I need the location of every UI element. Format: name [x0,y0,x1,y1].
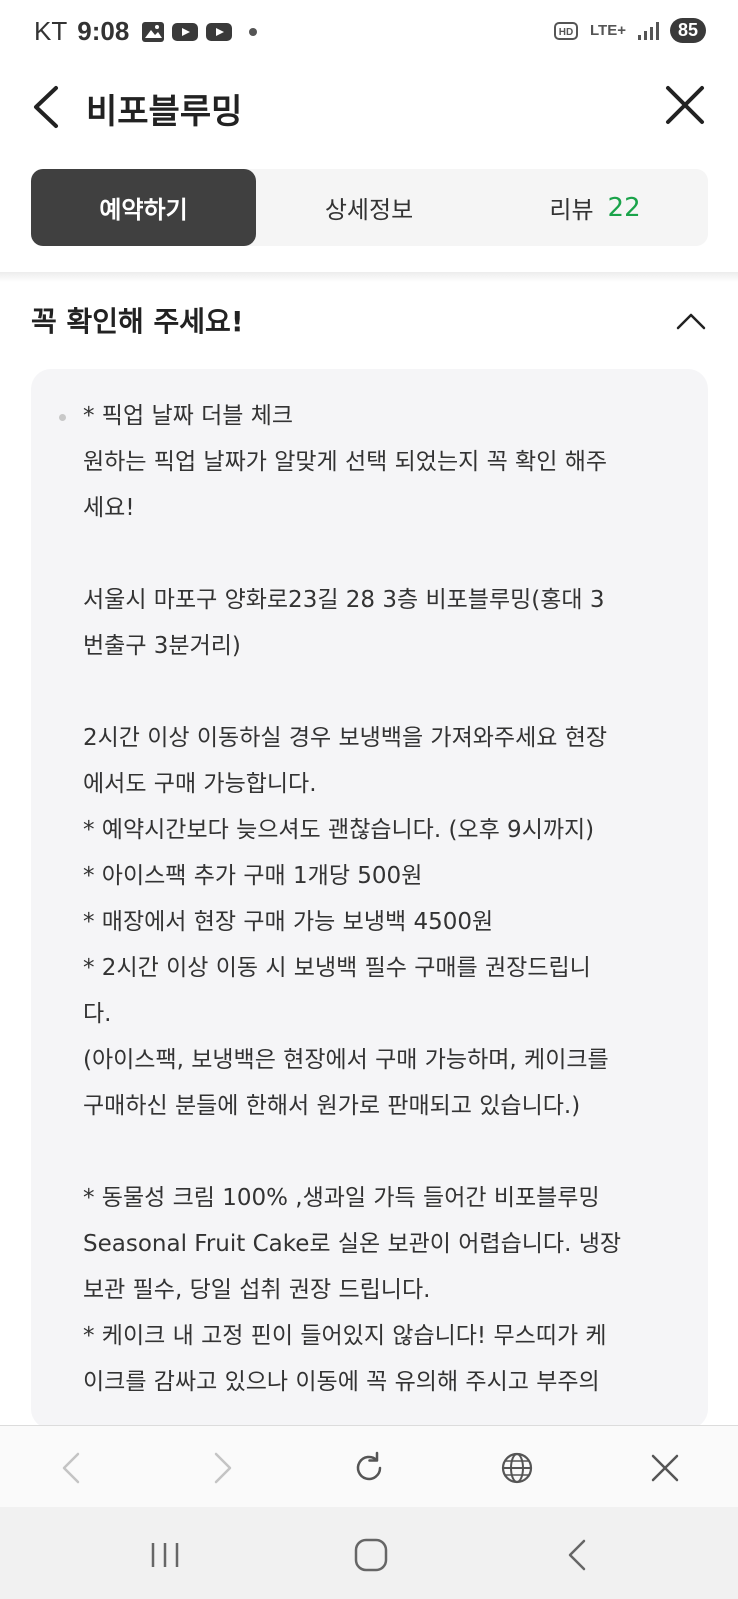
gallery-icon [142,21,165,42]
notice-line: Seasonal Fruit Cake로 실온 보관이 어렵습니다. 냉장 [83,1231,622,1257]
clock: 9:08 [77,16,130,46]
youtube-icon-2 [206,22,233,41]
hd-voice-icon: HD [553,21,578,40]
notice-line: 원하는 픽업 날짜가 알맞게 선택 되었는지 꼭 확인 해주 [83,449,608,475]
carrier-label: KT [34,16,68,46]
divider [0,272,738,282]
notice-line: 보관 필수, 당일 섭취 권장 드립니다. [83,1277,431,1303]
browser-back-icon[interactable] [52,1448,92,1488]
tab-reservation-label: 예약하기 [99,196,188,224]
youtube-icon [172,22,199,41]
notice-line: 서울시 마포구 양화로23길 28 3층 비포블루밍(홍대 3 [83,587,605,613]
refresh-icon[interactable] [349,1448,389,1488]
svg-text:HD: HD [559,27,573,38]
status-left: KT 9:08 [34,16,261,47]
app-header: 비포블루밍 [0,66,738,166]
system-navigation-bar [0,1507,738,1599]
network-type: LTE+ [589,22,626,39]
notice-line: * 아이스팩 추가 구매 1개당 500원 [83,863,423,889]
notice-title: 꼭 확인해 주세요! [31,305,244,338]
battery-indicator: 85 [669,18,706,43]
page-title: 비포블루밍 [86,92,243,132]
notice-line: * 매장에서 현장 구매 가능 보냉백 4500원 [83,909,494,935]
tab-reservation[interactable]: 예약하기 [31,169,256,246]
notice-card: * 픽업 날짜 더블 체크원하는 픽업 날짜가 알맞게 선택 되었는지 꼭 확인… [31,369,708,1429]
globe-icon[interactable] [497,1448,537,1488]
browser-forward-icon[interactable] [202,1448,242,1488]
back-arrow-icon[interactable] [28,82,68,132]
notice-line: 에서도 구매 가능합니다. [83,771,317,797]
notice-line: 다. [83,1001,112,1027]
home-icon[interactable] [351,1535,391,1575]
system-back-icon[interactable] [558,1535,598,1575]
notification-dot-icon [249,27,258,36]
notice-line: (아이스팩, 보냉백은 현장에서 구매 가능하며, 케이크를 [83,1047,609,1073]
bullet-icon [59,414,66,421]
notice-line: * 2시간 이상 이동 시 보냉백 필수 구매를 권장드립니 [83,955,591,981]
tab-bar: 예약하기 상세정보 리뷰 22 [31,169,708,246]
tab-details-label: 상세정보 [324,196,414,224]
tab-reviews[interactable]: 리뷰 22 [482,169,708,246]
close-icon[interactable] [664,84,706,126]
notice-line: 2시간 이상 이동하실 경우 보냉백을 가져와주세요 현장 [83,725,608,751]
signal-icon [637,21,659,40]
notice-line: 이크를 감싸고 있으나 이동에 꼭 유의해 주시고 부주의 [83,1369,600,1395]
status-right: HD LTE+ 85 [553,18,706,43]
notice-body: * 픽업 날짜 더블 체크원하는 픽업 날짜가 알맞게 선택 되었는지 꼭 확인… [83,393,683,1405]
recent-apps-icon[interactable] [145,1535,185,1575]
browser-close-icon[interactable] [645,1448,685,1488]
notice-line: * 픽업 날짜 더블 체크 [83,403,294,429]
notice-line: 번출구 3분거리) [83,633,241,659]
tab-details[interactable]: 상세정보 [256,169,482,246]
notice-line: * 동물성 크림 100% ,생과일 가득 들어간 비포블루밍 [83,1185,600,1211]
notice-line: 구매하신 분들에 한해서 원가로 판매되고 있습니다.) [83,1093,581,1119]
status-bar: KT 9:08 HD LTE+ 85 [0,0,738,66]
review-count: 22 [607,192,641,223]
notice-line: * 예약시간보다 늦으셔도 괜찮습니다. (오후 9시까지) [83,817,595,843]
notice-line: * 케이크 내 고정 핀이 들어있지 않습니다! 무스띠가 케 [83,1323,607,1349]
chevron-up-icon[interactable] [674,308,708,334]
tab-reviews-label: 리뷰 [549,196,594,224]
notice-line: 세요! [83,495,135,521]
browser-toolbar [0,1425,738,1508]
